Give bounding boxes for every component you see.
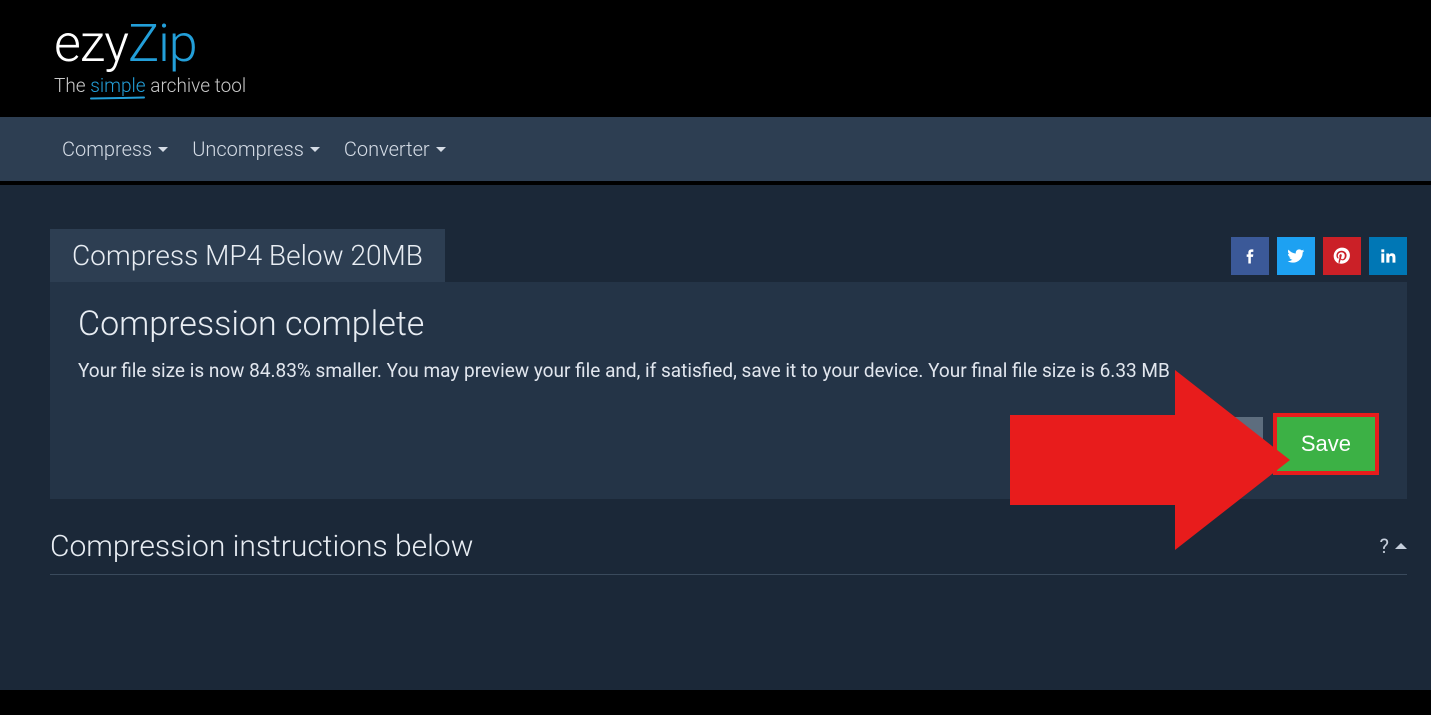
chevron-down-icon	[436, 147, 446, 152]
pinterest-button[interactable]	[1323, 237, 1361, 275]
nav-uncompress[interactable]: Uncompress	[184, 127, 328, 171]
panel-title: Compression complete	[78, 304, 1379, 344]
preview-button[interactable]: Preview	[1137, 417, 1263, 471]
page-tab[interactable]: Compress MP4 Below 20MB	[50, 229, 445, 282]
pinterest-icon	[1332, 246, 1352, 266]
twitter-icon	[1286, 246, 1306, 266]
linkedin-button[interactable]	[1369, 237, 1407, 275]
help-toggle[interactable]: ?	[1380, 534, 1407, 558]
tagline-suffix: archive tool	[146, 74, 247, 97]
nav-converter[interactable]: Converter	[336, 127, 454, 171]
logo[interactable]: ezyZip The simple archive tool	[54, 18, 1431, 97]
logo-part2: Zip	[128, 13, 197, 74]
page-tab-label: Compress MP4 Below 20MB	[72, 239, 423, 272]
actions-row: Preview Save	[78, 413, 1379, 475]
nav-compress-label: Compress	[62, 137, 152, 161]
save-button[interactable]: Save	[1273, 413, 1379, 475]
chevron-down-icon	[158, 147, 168, 152]
logo-text: ezyZip	[54, 18, 197, 70]
instructions-title: Compression instructions below	[50, 529, 473, 564]
facebook-button[interactable]	[1231, 237, 1269, 275]
result-panel: Compression complete Your file size is n…	[50, 282, 1407, 499]
tagline-prefix: The	[54, 74, 90, 97]
nav-compress[interactable]: Compress	[54, 127, 176, 171]
header: ezyZip The simple archive tool	[0, 0, 1431, 115]
chevron-up-icon	[1395, 543, 1407, 549]
panel-text: Your file size is now 84.83% smaller. Yo…	[78, 358, 1379, 385]
instructions-section: Compression instructions below ?	[50, 529, 1407, 575]
page-top: Compress MP4 Below 20MB	[50, 229, 1407, 282]
main-content: Compress MP4 Below 20MB Compression comp…	[0, 185, 1431, 690]
social-buttons	[1231, 237, 1407, 275]
chevron-down-icon	[310, 147, 320, 152]
logo-part1: ezy	[54, 13, 128, 74]
navbar: Compress Uncompress Converter	[0, 115, 1431, 185]
twitter-button[interactable]	[1277, 237, 1315, 275]
nav-uncompress-label: Uncompress	[192, 137, 304, 161]
nav-converter-label: Converter	[344, 137, 430, 161]
facebook-icon	[1240, 246, 1260, 266]
linkedin-icon	[1378, 246, 1398, 266]
help-icon: ?	[1380, 534, 1389, 558]
tagline-highlight: simple	[90, 74, 145, 97]
tagline: The simple archive tool	[54, 74, 246, 97]
